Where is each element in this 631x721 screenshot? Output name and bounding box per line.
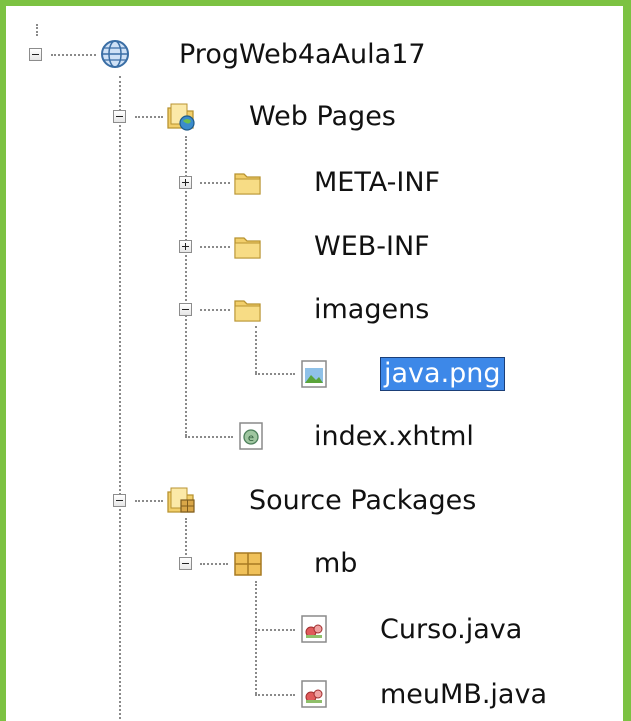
tree-guide-line: [200, 182, 230, 184]
package-icon: [232, 547, 264, 579]
tree-item-imagens[interactable]: imagens: [314, 294, 429, 326]
tree-guide-line: [200, 309, 230, 311]
tree-item-source-packages[interactable]: Source Packages: [249, 485, 476, 517]
tree-guide-line: [255, 326, 257, 373]
web-pages-collapse-toggle[interactable]: [113, 110, 126, 123]
source-packages-collapse-toggle[interactable]: [113, 494, 126, 507]
tree-item-mb[interactable]: mb: [314, 548, 357, 580]
folder-icon: [232, 166, 264, 198]
project-collapse-toggle[interactable]: [29, 48, 42, 61]
tree-guide-line: [119, 76, 121, 721]
folder-icon: [232, 230, 264, 262]
tree-guide-line: [255, 694, 295, 696]
java-class-icon: [298, 678, 330, 710]
tree-item-java-png[interactable]: java.png: [380, 357, 505, 391]
meta-inf-expand-toggle[interactable]: [179, 176, 192, 189]
tree-guide-line: [255, 629, 295, 631]
web-inf-expand-toggle[interactable]: [179, 240, 192, 253]
tree-item-meta-inf[interactable]: META-INF: [314, 167, 440, 199]
tree-guide-line: [51, 54, 96, 56]
tree-guide-line: [200, 563, 228, 565]
java-class-icon: [298, 613, 330, 645]
xhtml-file-icon: e: [235, 420, 267, 452]
web-pages-folder-icon: [165, 100, 197, 132]
image-file-icon: [298, 358, 330, 390]
svg-text:e: e: [248, 433, 254, 444]
tree-guide-line: [200, 246, 230, 248]
project-tree-panel: ProgWeb4aAula17 Web Pages META-INF WEB-I…: [0, 0, 631, 721]
tree-guide-line: [36, 24, 38, 36]
tree-guide-line: [135, 500, 163, 502]
mb-collapse-toggle[interactable]: [179, 557, 192, 570]
tree-item-meumb-java[interactable]: meuMB.java: [380, 679, 547, 711]
project-globe-icon: [99, 38, 131, 70]
tree-guide-line: [135, 116, 163, 118]
folder-icon: [232, 293, 264, 325]
tree-guide-line: [255, 581, 257, 694]
tree-guide-line: [185, 436, 233, 438]
tree-item-curso-java[interactable]: Curso.java: [380, 614, 522, 646]
tree-guide-line: [255, 373, 295, 375]
tree-item-web-pages[interactable]: Web Pages: [249, 101, 396, 133]
tree-item-index-xhtml[interactable]: index.xhtml: [314, 421, 474, 453]
imagens-collapse-toggle[interactable]: [179, 303, 192, 316]
tree-item-web-inf[interactable]: WEB-INF: [314, 231, 430, 263]
tree-item-project[interactable]: ProgWeb4aAula17: [179, 39, 426, 71]
source-packages-folder-icon: [165, 484, 197, 516]
